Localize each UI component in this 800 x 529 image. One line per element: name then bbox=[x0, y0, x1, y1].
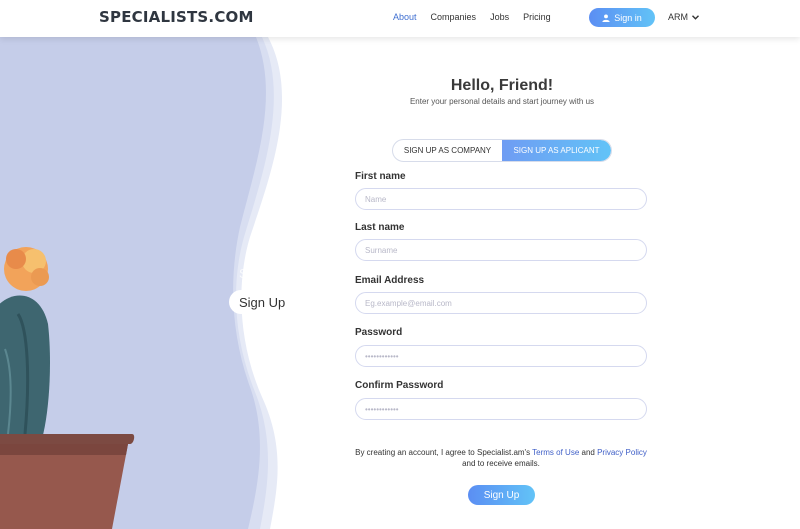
terms-prefix: By creating an account, I agree to Speci… bbox=[355, 448, 533, 457]
nav-pricing[interactable]: Pricing bbox=[523, 12, 551, 22]
main-nav: About Companies Jobs Pricing bbox=[393, 12, 565, 22]
terms-middle: and bbox=[579, 448, 598, 457]
last-name-label: Last name bbox=[355, 222, 405, 233]
nav-jobs[interactable]: Jobs bbox=[490, 12, 509, 22]
sign-in-button[interactable]: Sign in bbox=[589, 8, 655, 27]
page-title: Hello, Friend! bbox=[450, 77, 554, 94]
chevron-down-icon bbox=[692, 14, 699, 20]
sign-in-toggle-label[interactable]: Sign In bbox=[239, 266, 279, 281]
language-value: ARM bbox=[668, 12, 688, 22]
user-icon bbox=[602, 13, 610, 22]
sign-up-toggle-button[interactable]: Sign Up bbox=[229, 290, 290, 314]
terms-suffix: and to receive emails. bbox=[462, 459, 540, 468]
confirm-password-label: Confirm Password bbox=[355, 380, 444, 391]
first-name-label: First name bbox=[355, 171, 406, 182]
email-label: Email Address bbox=[355, 275, 425, 286]
tab-signup-applicant[interactable]: SIGN UP AS APLICANT bbox=[502, 140, 611, 161]
tab-signup-company[interactable]: SIGN UP AS COMPANY bbox=[393, 140, 502, 161]
signup-type-toggle: SIGN UP AS COMPANY SIGN UP AS APLICANT bbox=[392, 139, 612, 162]
terms-of-use-link[interactable]: Terms of Use bbox=[532, 448, 579, 457]
terms-text: By creating an account, I agree to Speci… bbox=[355, 447, 647, 469]
password-input[interactable] bbox=[355, 345, 647, 367]
sign-in-label: Sign in bbox=[614, 12, 642, 23]
last-name-input[interactable] bbox=[355, 239, 647, 261]
site-logo[interactable]: SPECIALISTS.COM bbox=[99, 8, 254, 26]
password-label: Password bbox=[355, 327, 403, 338]
page-subtitle: Enter your personal details and start jo… bbox=[409, 97, 595, 106]
nav-about[interactable]: About bbox=[393, 12, 417, 22]
nav-companies[interactable]: Companies bbox=[431, 12, 477, 22]
first-name-input[interactable] bbox=[355, 188, 647, 210]
language-select[interactable]: ARM bbox=[668, 12, 699, 22]
left-panel: Sign In Sign Up bbox=[0, 37, 290, 529]
confirm-password-input[interactable] bbox=[355, 398, 647, 420]
privacy-policy-link[interactable]: Privacy Policy bbox=[597, 448, 647, 457]
sign-up-submit-button[interactable]: Sign Up bbox=[468, 485, 535, 505]
top-navbar: SPECIALISTS.COM About Companies Jobs Pri… bbox=[0, 0, 800, 37]
email-input[interactable] bbox=[355, 292, 647, 314]
cactus-image bbox=[0, 247, 135, 529]
